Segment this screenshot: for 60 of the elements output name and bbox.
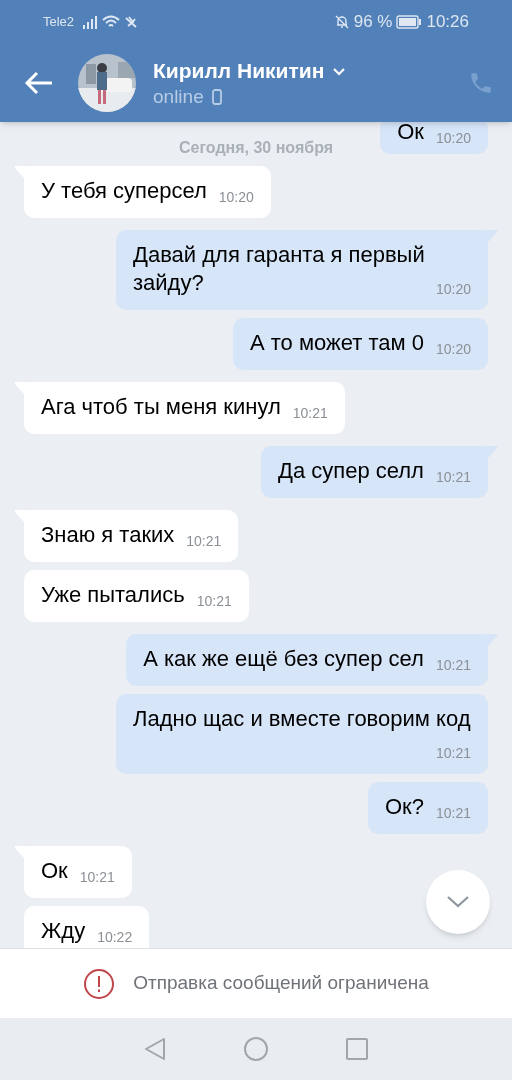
home-nav-icon[interactable] xyxy=(244,1037,268,1061)
message-time: 10:20 xyxy=(435,280,471,299)
message-text: Уже пытались xyxy=(41,582,185,607)
online-status: online xyxy=(153,85,204,109)
recents-nav-icon[interactable] xyxy=(346,1038,368,1060)
message-text: Знаю я таких xyxy=(41,522,175,547)
message-bubble[interactable]: Давай для гаранта я первый зайду? 10:20 xyxy=(116,230,488,310)
message-text: Ок xyxy=(41,858,68,883)
back-arrow-icon[interactable] xyxy=(24,71,54,95)
message-bubble[interactable]: Знаю я таких 10:21 xyxy=(24,510,239,562)
message-bubble[interactable]: А то может там 0 10:20 xyxy=(232,318,488,370)
message-time: 10:21 xyxy=(435,468,471,487)
battery-percent: 96 % xyxy=(353,11,393,34)
message-time: 10:21 xyxy=(196,592,232,611)
message-bubble[interactable]: Уже пытались 10:21 xyxy=(24,570,249,622)
phone-device-icon xyxy=(211,89,222,105)
message-text: Ок? xyxy=(384,794,424,819)
message-bubble[interactable]: Ок 10:21 xyxy=(24,846,132,898)
message-time: 10:20 xyxy=(435,129,471,148)
battery-icon xyxy=(396,15,423,29)
message-time: 10:20 xyxy=(435,340,471,359)
message-time: 10:20 xyxy=(218,188,254,207)
message-time: 10:21 xyxy=(435,744,471,763)
message-bubble[interactable]: У тебя суперсел 10:20 xyxy=(24,166,271,218)
clock-time: 10:26 xyxy=(426,11,469,34)
back-nav-icon[interactable] xyxy=(144,1037,166,1061)
call-icon[interactable] xyxy=(468,70,494,96)
restriction-notice: Отправка сообщений ограничена xyxy=(133,971,429,996)
message-text: Ага чтоб ты меня кинул xyxy=(41,394,281,419)
message-time: 10:21 xyxy=(435,804,471,823)
message-text: У тебя суперсел xyxy=(41,178,207,203)
bell-off-icon xyxy=(333,14,350,30)
message-time: 10:21 xyxy=(79,868,115,887)
date-separator: Сегодня, 30 ноября xyxy=(178,138,334,158)
message-text: Ладно щас и вместе говорим код xyxy=(133,706,471,731)
message-bubble[interactable]: Ага чтоб ты меня кинул 10:21 xyxy=(24,382,345,434)
wifi-icon xyxy=(102,15,121,29)
carrier-name: Tele2 xyxy=(43,13,75,32)
message-bubble[interactable]: А как же ещё без супер сел 10:21 xyxy=(126,634,488,686)
message-bubble[interactable]: Ок 10:20 xyxy=(380,122,488,154)
message-text: Ок xyxy=(397,122,424,144)
message-bubble[interactable]: Да супер селл 10:21 xyxy=(261,446,488,498)
message-bubble[interactable]: Жду 10:22 xyxy=(24,906,150,948)
message-text: Давай для гаранта я первый зайду? xyxy=(133,242,425,295)
contact-name[interactable]: Кирилл Никитин xyxy=(153,57,325,85)
message-text: Жду xyxy=(41,918,86,943)
chevron-down-icon[interactable] xyxy=(332,66,347,76)
message-bubble[interactable]: Ладно щас и вместе говорим код 10:21 xyxy=(116,694,488,774)
warning-icon xyxy=(83,967,116,1000)
message-text: А то может там 0 xyxy=(249,330,424,355)
message-text: Да супер селл xyxy=(278,458,424,483)
signal-icon xyxy=(82,15,99,29)
scroll-down-button[interactable] xyxy=(426,870,490,934)
message-time: 10:21 xyxy=(292,404,328,423)
message-time: 10:21 xyxy=(186,532,222,551)
message-bubble[interactable]: Ок? 10:21 xyxy=(367,782,488,834)
message-time: 10:22 xyxy=(97,928,133,947)
message-time: 10:21 xyxy=(435,656,471,675)
message-text: А как же ещё без супер сел xyxy=(143,646,424,671)
chevron-down-icon xyxy=(446,895,470,909)
